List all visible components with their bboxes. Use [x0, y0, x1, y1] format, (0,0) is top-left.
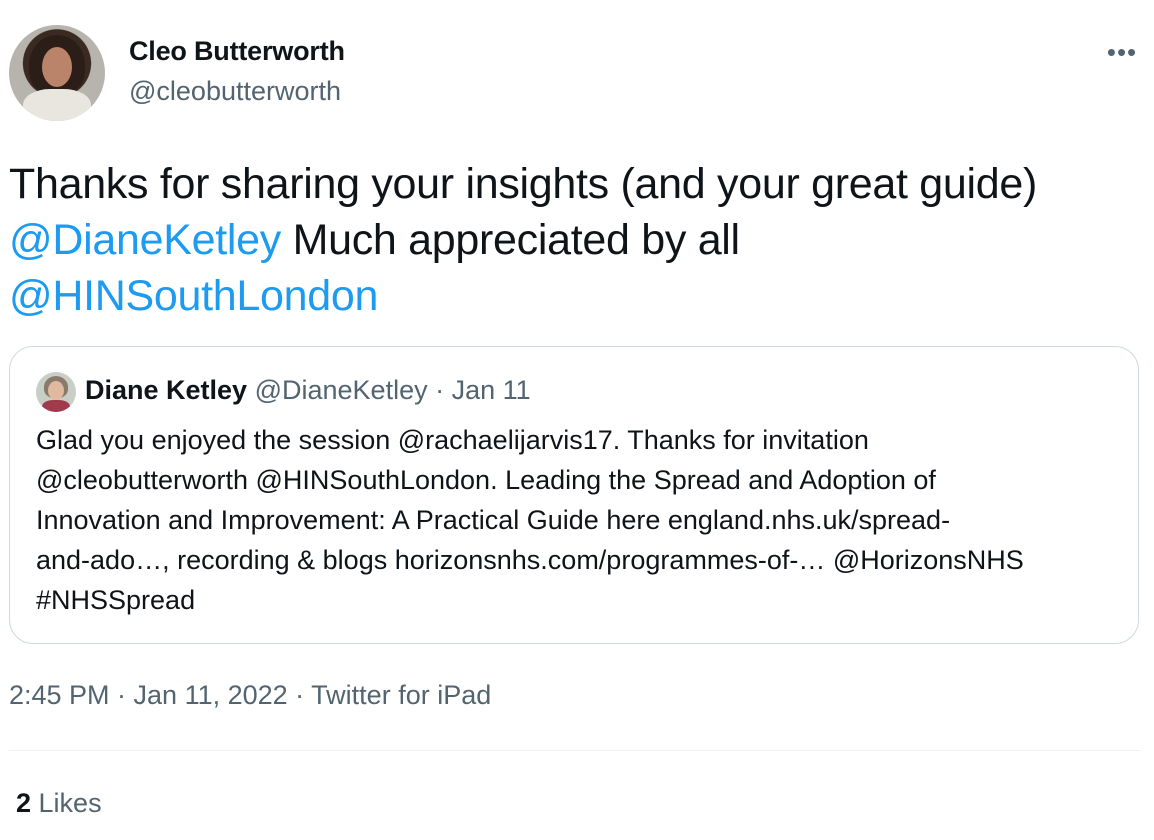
likes-link[interactable]: 2 Likes — [16, 788, 102, 819]
quoted-text-line: @cleobutterworth @HINSouthLondon. Leadin… — [36, 465, 936, 495]
author-avatar[interactable] — [9, 25, 105, 121]
likes-label: Likes — [31, 788, 102, 818]
more-options-button[interactable]: ••• — [1104, 34, 1140, 70]
quoted-text-line: Innovation and Improvement: A Practical … — [36, 505, 951, 535]
author-name[interactable]: Cleo Butterworth — [129, 36, 345, 67]
mention-hinsouthlondon[interactable]: @HINSouthLondon — [9, 272, 378, 320]
avatar-body — [23, 89, 91, 121]
quoted-tweet-text: Glad you enjoyed the session @rachaelija… — [36, 420, 1126, 620]
quoted-avatar-face — [48, 381, 64, 400]
avatar-face — [42, 47, 72, 87]
quoted-tweet-header: Diane Ketley @DianeKetley · Jan 11 — [85, 375, 531, 406]
quoted-author-avatar — [36, 372, 76, 412]
mention-dianeketley[interactable]: @DianeKetley — [9, 216, 281, 264]
tweet-timestamp[interactable]: 2:45 PM · Jan 11, 2022 · Twitter for iPa… — [9, 680, 491, 711]
quoted-text-line: Glad you enjoyed the session @rachaelija… — [36, 425, 869, 455]
tweet-text-part2: Much appreciated by all — [280, 216, 741, 264]
quoted-avatar-body — [42, 400, 70, 412]
quoted-text-line: #NHSSpread — [36, 585, 196, 615]
more-horizontal-icon: ••• — [1106, 36, 1138, 67]
quoted-text-line: and-ado…, recording & blogs horizonsnhs.… — [36, 545, 1024, 575]
quoted-separator: · — [427, 375, 452, 405]
quoted-tweet-card[interactable]: Diane Ketley @DianeKetley · Jan 11 Glad … — [9, 346, 1139, 644]
divider — [9, 750, 1141, 751]
quoted-date: Jan 11 — [451, 375, 531, 405]
quoted-author-handle: @DianeKetley — [254, 375, 428, 405]
tweet-text-part1: Thanks for sharing your insights (and yo… — [9, 160, 1037, 208]
author-handle[interactable]: @cleobutterworth — [129, 76, 341, 107]
likes-count: 2 — [16, 788, 32, 818]
quoted-author-name: Diane Ketley — [85, 375, 248, 405]
tweet-text: Thanks for sharing your insights (and yo… — [9, 156, 1139, 324]
